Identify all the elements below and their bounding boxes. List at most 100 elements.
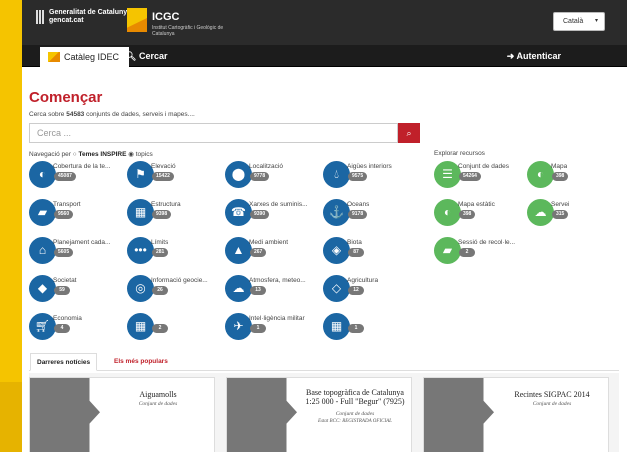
news-thumbnail bbox=[227, 378, 297, 452]
topic-count-badge: 9778 bbox=[250, 172, 270, 181]
topic-count-badge: 59 bbox=[54, 286, 70, 295]
flag-icon: ⚑ bbox=[127, 161, 154, 188]
topic-label: Societat bbox=[53, 277, 77, 284]
topic-count-badge: 13 bbox=[250, 286, 266, 295]
truck-icon: ▰ bbox=[29, 199, 56, 226]
gencat-line1: Generalitat de Catalunya bbox=[49, 9, 132, 16]
topic-count-badge: 9390 bbox=[250, 210, 270, 219]
topic-label: Medi ambient bbox=[249, 239, 289, 246]
radio-inspire[interactable]: ○ bbox=[73, 151, 77, 158]
gencat-logo[interactable]: Generalitat de Catalunya gencat.cat bbox=[36, 9, 131, 25]
water-drop-icon: 💧︎ bbox=[323, 161, 350, 188]
topic-count-badge: 45087 bbox=[54, 172, 76, 181]
ellipsis-icon: ••• bbox=[127, 237, 154, 264]
topic-count-badge: 12 bbox=[348, 286, 364, 295]
phone-icon: ☎ bbox=[225, 199, 252, 226]
catalog-icon bbox=[48, 52, 60, 62]
topic-label: Aigües interiors bbox=[347, 163, 392, 170]
radio-topics[interactable]: ◉ bbox=[128, 151, 134, 158]
cart-icon: 🛒︎ bbox=[29, 313, 56, 340]
cloud-icon: ☁ bbox=[527, 199, 554, 226]
topic-count-badge: 281 bbox=[152, 248, 169, 257]
topic-count-badge: 9178 bbox=[348, 210, 368, 219]
home-icon: ⌂ bbox=[29, 237, 56, 264]
target-icon: ◎ bbox=[127, 275, 154, 302]
topic-label: Planejament cada... bbox=[53, 239, 111, 246]
topic-label: Cobertura de la te... bbox=[53, 163, 111, 170]
browse-by: Navegació per ○ Temes INSPIRE ◉ topics bbox=[29, 150, 153, 158]
topic-label: Xarxes de suminis... bbox=[249, 201, 308, 208]
resource-count-badge: 54264 bbox=[459, 172, 481, 181]
caret-down-icon: ▾ bbox=[594, 18, 598, 24]
background-edge bbox=[0, 0, 22, 452]
search-input[interactable]: Cerca ... bbox=[29, 123, 398, 143]
leaf-outline-icon: ◇ bbox=[323, 275, 350, 302]
site-header: Generalitat de Catalunya gencat.cat ICGC… bbox=[22, 0, 627, 45]
globe-icon: ◐ bbox=[29, 161, 56, 188]
cloud-icon: ☁ bbox=[225, 275, 252, 302]
building-icon: ▦ bbox=[127, 199, 154, 226]
nav-search-link[interactable]: 🔍︎ Cercar bbox=[125, 45, 167, 67]
news-state: Estat BCC: REGISTRADA OFICIAL bbox=[318, 419, 392, 424]
tab-most-popular[interactable]: Els més populars bbox=[108, 353, 174, 371]
search-icon: ⌕ bbox=[406, 128, 412, 138]
resource-label: Sessió de recol·le... bbox=[458, 239, 516, 246]
topic-label: Transport bbox=[53, 201, 81, 208]
nav-search-label: Cercar bbox=[138, 51, 168, 61]
topic-count-badge: 2 bbox=[152, 324, 168, 333]
resource-label: Mapa bbox=[551, 163, 568, 170]
dataset-count: 54583 bbox=[66, 111, 85, 118]
explore-title: Explorar recursos bbox=[434, 150, 485, 157]
page-subtitle: Cerca sobre 54583 conjunts de dades, ser… bbox=[29, 111, 195, 118]
topic-label: Intel·ligència militar bbox=[249, 315, 305, 322]
topic-label: Biota bbox=[347, 239, 362, 246]
topic-count-badge: 9575 bbox=[348, 172, 368, 181]
browse-inspire-label[interactable]: Temes INSPIRE bbox=[78, 151, 126, 158]
news-title[interactable]: Base topogràfica de Catalunya 1:25 000 -… bbox=[301, 388, 409, 406]
browse-topics-label[interactable]: topics bbox=[136, 151, 153, 158]
search-button[interactable]: ⌕ bbox=[398, 123, 420, 143]
topic-count-badge: 26 bbox=[152, 286, 168, 295]
gencat-bars-icon bbox=[36, 10, 45, 24]
topic-count-badge: 15422 bbox=[152, 172, 174, 181]
map-globe-icon: ◐ bbox=[527, 161, 554, 188]
tab-catalog[interactable]: Catàleg IDEC bbox=[40, 47, 130, 67]
news-card[interactable]: Base topogràfica de Catalunya 1:25 000 -… bbox=[226, 377, 412, 452]
topic-count-badge: 9398 bbox=[152, 210, 172, 219]
anchor-icon: ⚓ bbox=[323, 199, 350, 226]
news-tabs: Darreres notícies Els més populars bbox=[29, 353, 619, 371]
tab-latest-news[interactable]: Darreres notícies bbox=[30, 353, 98, 371]
topic-label: Estructura bbox=[151, 201, 181, 208]
search-icon: 🔍︎ bbox=[125, 51, 137, 61]
topic-count-badge: 5605 bbox=[54, 248, 74, 257]
topic-count-badge: 4 bbox=[54, 324, 70, 333]
topic-label: Economia bbox=[53, 315, 82, 322]
language-value: Català bbox=[563, 18, 584, 25]
speech-bubble-icon: ◆ bbox=[29, 275, 56, 302]
news-title[interactable]: Aiguamolls bbox=[104, 390, 212, 399]
news-thumbnail bbox=[424, 378, 494, 452]
truck-icon: ▰ bbox=[434, 237, 461, 264]
news-card[interactable]: Aiguamolls Conjunt de dades bbox=[29, 377, 215, 452]
browse-by-label: Navegació per bbox=[29, 151, 73, 158]
topic-label: Agricultura bbox=[347, 277, 379, 284]
news-thumbnail bbox=[30, 378, 100, 452]
resource-count-badge: 315 bbox=[552, 210, 569, 219]
subtitle-post: conjunts de dades, serveis i mapes.... bbox=[84, 111, 195, 118]
grid-icon: ▦ bbox=[323, 313, 350, 340]
database-icon: ☰ bbox=[434, 161, 461, 188]
language-select[interactable]: Català ▾ bbox=[553, 12, 605, 31]
topic-count-badge: 1 bbox=[348, 324, 364, 333]
map-globe-icon: ◐ bbox=[434, 199, 461, 226]
news-type: Conjunt de dades bbox=[138, 401, 178, 407]
resource-count-badge: 398 bbox=[552, 172, 569, 181]
sign-in-icon: ➜ bbox=[506, 51, 515, 61]
leaf-icon: ◈ bbox=[323, 237, 350, 264]
topic-label: Elevació bbox=[151, 163, 176, 170]
resource-label: Mapa estàtic bbox=[458, 201, 495, 208]
news-title[interactable]: Recintes SIGPAC 2014 bbox=[498, 390, 606, 399]
login-link[interactable]: ➜ Autenticar bbox=[507, 45, 561, 67]
main-nav: Catàleg IDEC 🔍︎ Cercar ➜ Autenticar bbox=[22, 45, 627, 67]
icgc-name: ICGC bbox=[152, 11, 180, 23]
news-card[interactable]: Recintes SIGPAC 2014 Conjunt de dades bbox=[423, 377, 609, 452]
